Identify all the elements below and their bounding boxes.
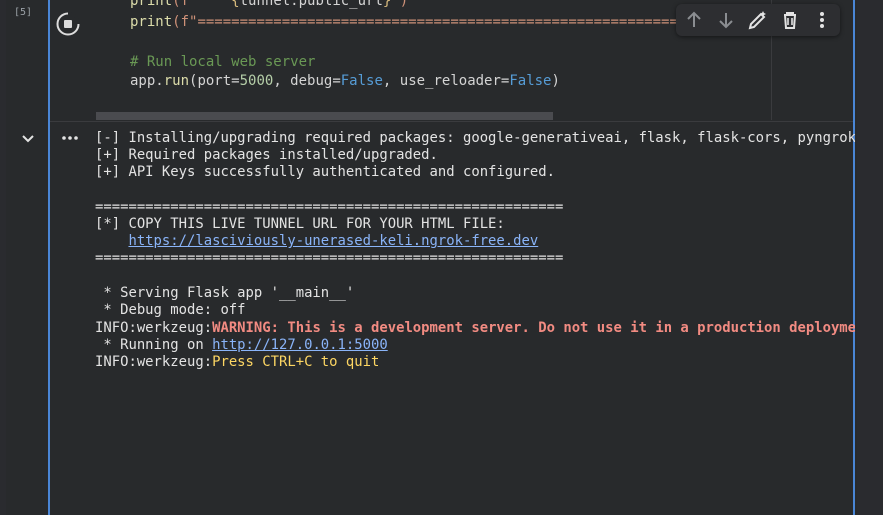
delete-icon [784, 12, 796, 29]
output-debug-line: * Debug mode: off [95, 302, 246, 318]
output-copy-instruction: [*] COPY THIS LIVE TUNNEL URL FOR YOUR H… [95, 216, 505, 232]
output-tunnel-line: https://lasciviously-unerased-keli.ngrok… [95, 233, 538, 249]
code-line-run: app.run(port=5000, debug=False, use_relo… [130, 73, 560, 89]
execution-count: [5] [14, 7, 33, 18]
output-line-api-keys: [+] API Keys successfully authenticated … [95, 164, 555, 180]
right-gutter [857, 0, 883, 515]
stop-cell-button[interactable] [56, 12, 80, 36]
cell-focus-border-left [48, 0, 50, 515]
output-separator-bottom: ========================================… [95, 250, 564, 266]
cell-output: [-] Installing/upgrading required packag… [95, 130, 855, 510]
output-running-line: * Running on http://127.0.0.1:5000 [95, 337, 388, 353]
cell-toolbar [676, 4, 840, 36]
edit-pencil-icon [748, 11, 766, 30]
code-line-1: print(f" {tunnel.public_url}") [130, 0, 409, 9]
stop-icon [56, 12, 80, 36]
output-line-installed: [+] Required packages installed/upgraded… [95, 147, 438, 163]
code-output-divider [50, 121, 853, 122]
quit-text: Press CTRL+C to quit [212, 354, 380, 370]
arrow-down-icon [719, 13, 733, 29]
more-vert-icon [820, 12, 824, 28]
chevron-down-icon [22, 135, 34, 143]
output-actions-button[interactable] [58, 128, 82, 148]
output-serving-line: * Serving Flask app '__main__' [95, 285, 355, 301]
output-warning-line: INFO:werkzeug:WARNING: This is a develop… [95, 320, 855, 336]
more-options-button[interactable] [810, 8, 834, 32]
code-line-2: print(f"================================… [130, 14, 687, 30]
arrow-up-icon [687, 11, 701, 27]
code-comment: # Run local web server [130, 54, 316, 70]
move-up-button[interactable] [682, 8, 706, 32]
warning-text: WARNING: This is a development server. D… [212, 320, 855, 336]
edit-button[interactable] [746, 8, 770, 32]
horizontal-scrollbar[interactable] [96, 112, 553, 120]
local-url-link[interactable]: http://127.0.0.1:5000 [212, 337, 388, 353]
delete-button[interactable] [778, 8, 802, 32]
collapse-output-button[interactable] [18, 128, 38, 148]
output-separator-top: ========================================… [95, 199, 564, 215]
tunnel-url-link[interactable]: https://lasciviously-unerased-keli.ngrok… [128, 233, 538, 249]
move-down-button[interactable] [714, 8, 738, 32]
more-horiz-icon [62, 136, 78, 140]
output-line-installing: [-] Installing/upgrading required packag… [95, 130, 855, 146]
output-quit-line: INFO:werkzeug:Press CTRL+C to quit [95, 354, 380, 370]
